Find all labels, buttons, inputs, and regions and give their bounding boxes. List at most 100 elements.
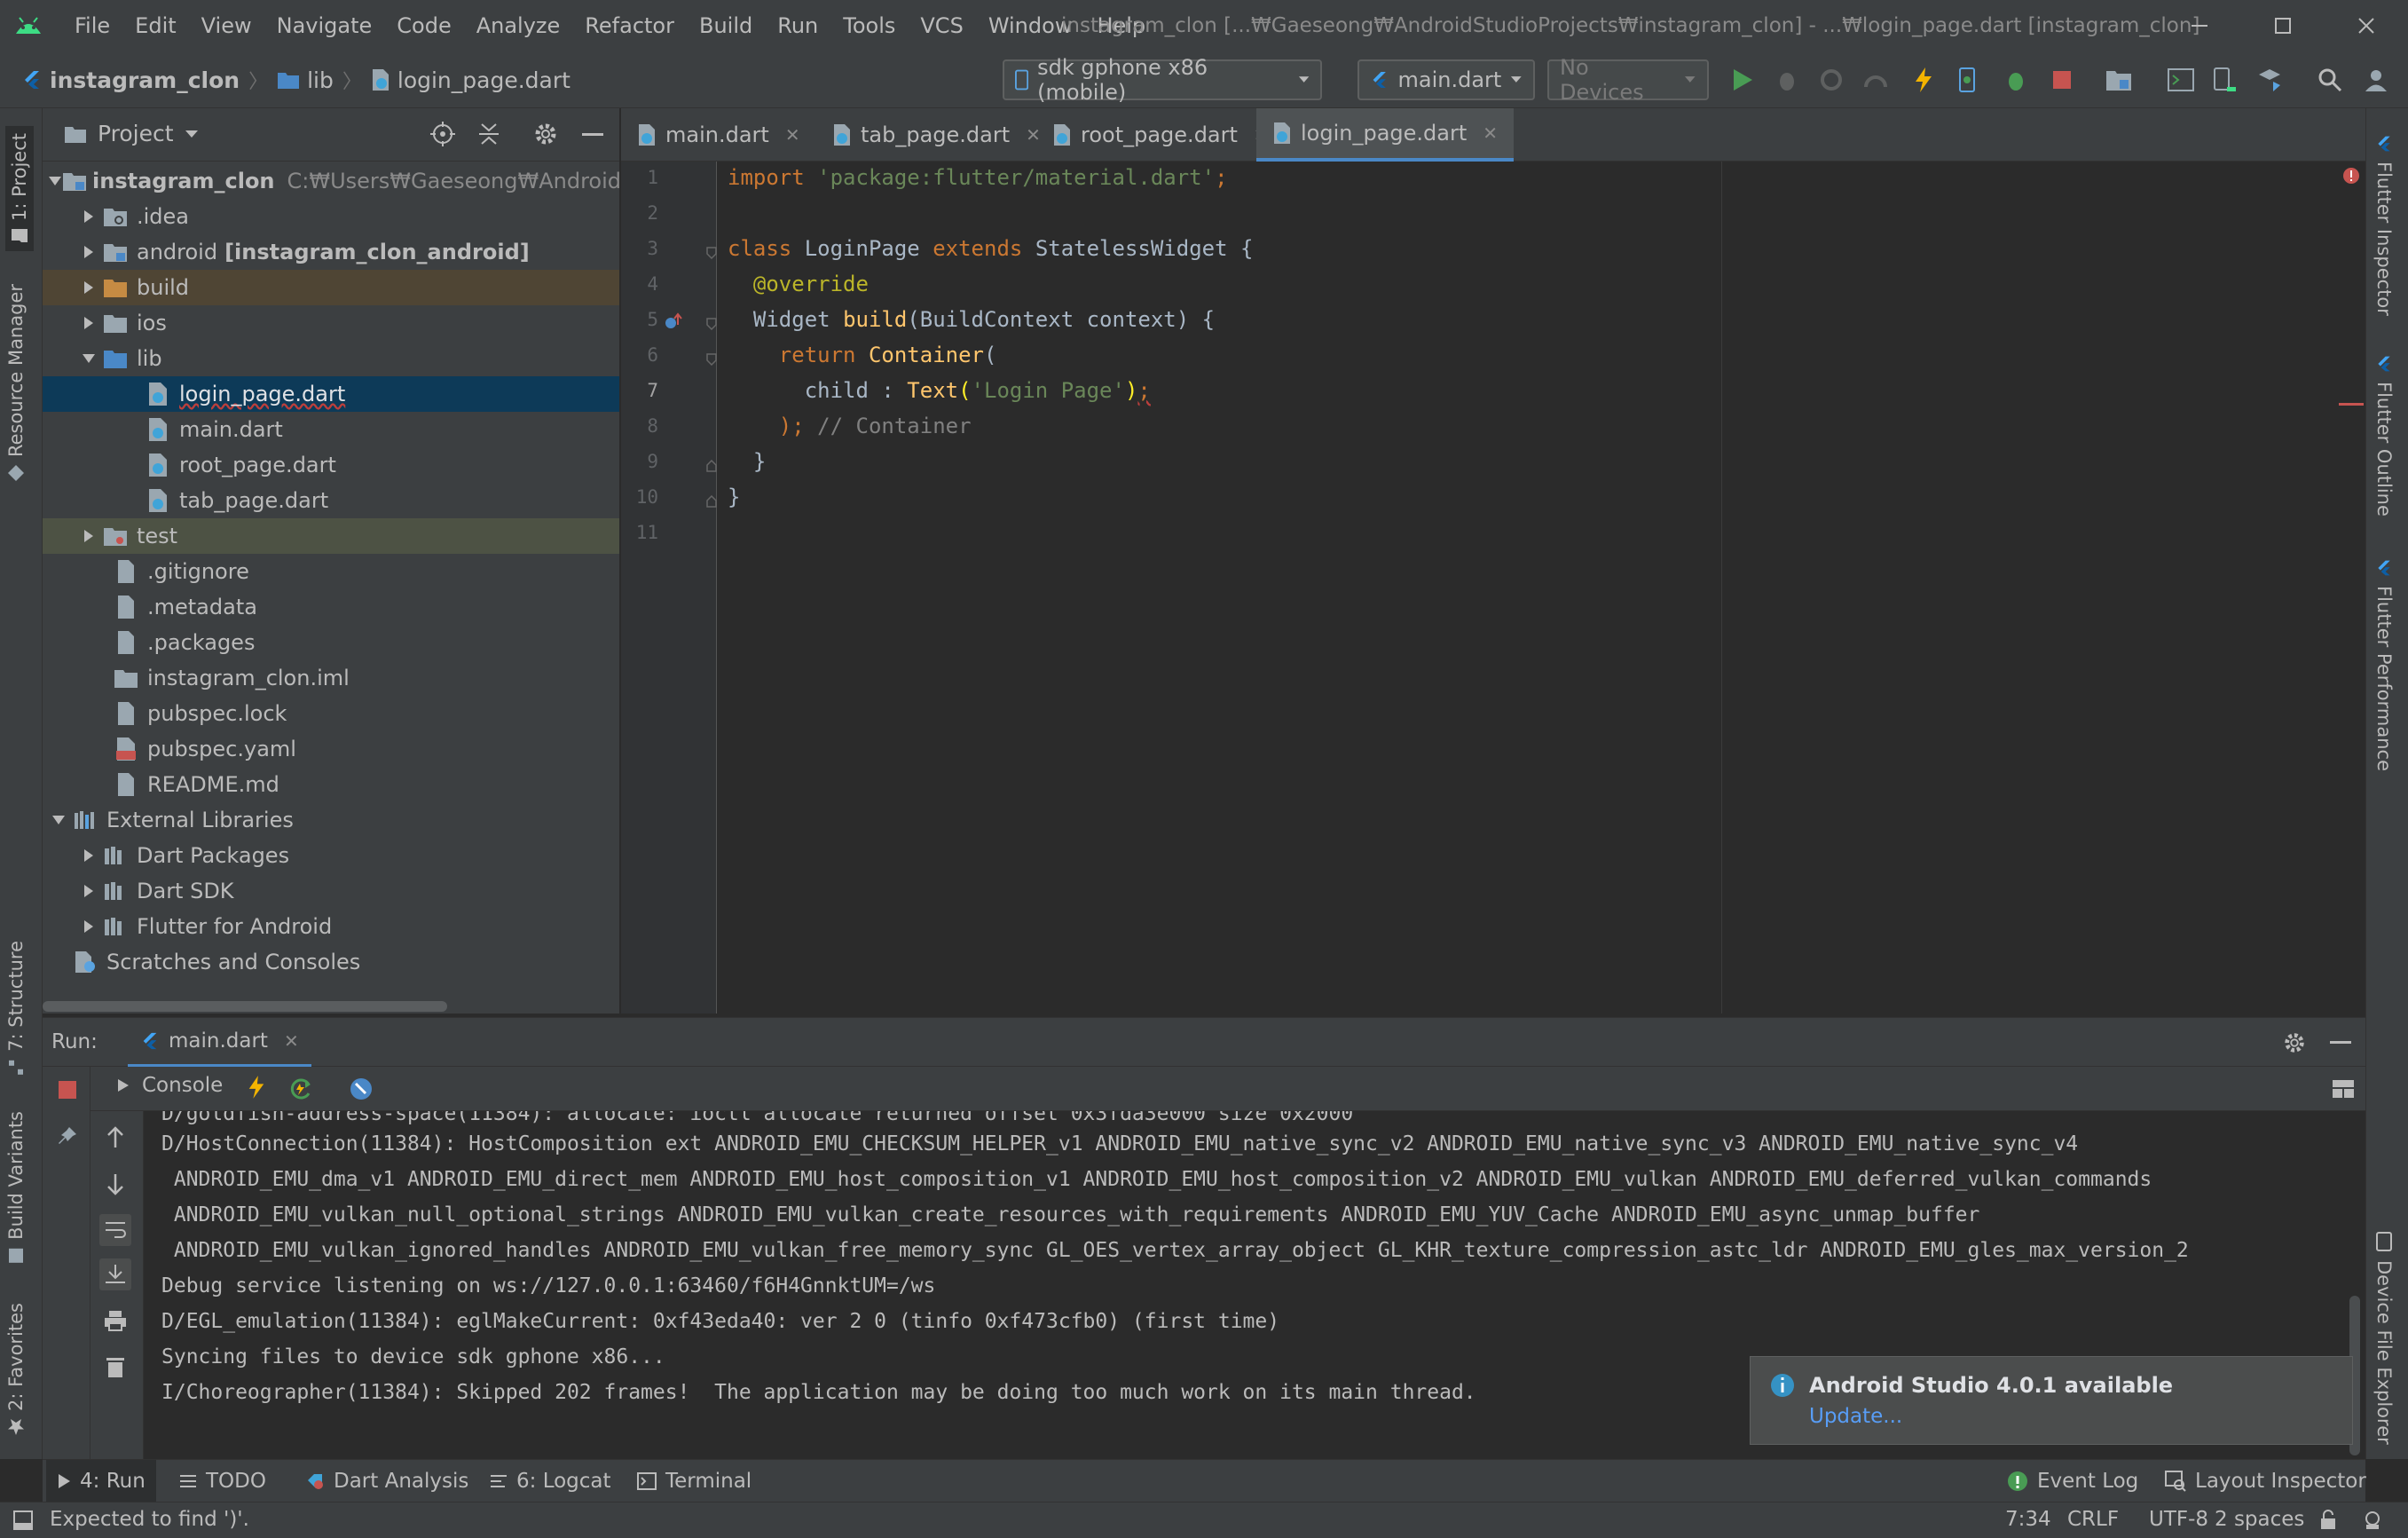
fold-marker-icon[interactable] xyxy=(706,353,717,366)
fold-marker-icon[interactable] xyxy=(706,495,717,508)
collapsed-arrow-icon[interactable] xyxy=(78,919,99,934)
tool-tab-flutter-outline[interactable]: Flutter Outline xyxy=(2373,355,2395,517)
menu-build[interactable]: Build xyxy=(687,13,765,38)
file-encoding[interactable]: UTF-8 xyxy=(2149,1508,2208,1531)
maximize-button[interactable] xyxy=(2241,0,2325,51)
profile-button[interactable] xyxy=(1860,64,1892,96)
project-tree-horizontal-scrollbar[interactable] xyxy=(43,1001,447,1012)
close-tab-icon[interactable]: ✕ xyxy=(284,1030,299,1052)
breadcrumb-project[interactable]: instagram_clon xyxy=(21,67,240,93)
hot-reload-button[interactable] xyxy=(1908,64,1940,96)
stop-process-button[interactable] xyxy=(51,1074,83,1106)
tool-tab-structure[interactable]: 7: Structure xyxy=(5,941,27,1077)
tree-node-tab-page-dart[interactable]: tab_page.dart xyxy=(43,483,619,518)
close-tab-icon[interactable]: ✕ xyxy=(1483,122,1498,144)
collapsed-arrow-icon[interactable] xyxy=(78,884,99,898)
tool-tab-device-file-explorer[interactable]: Device File Explorer xyxy=(2373,1232,2395,1445)
expanded-arrow-icon[interactable] xyxy=(78,353,99,364)
locate-file-icon[interactable] xyxy=(429,121,456,147)
expanded-arrow-icon[interactable] xyxy=(48,176,62,186)
breadcrumb-file[interactable]: login_page.dart xyxy=(371,67,571,93)
tool-tab-logcat[interactable]: 6: Logcat xyxy=(479,1460,622,1503)
caret-position[interactable]: 7:34 xyxy=(2005,1508,2051,1531)
tool-tab-run[interactable]: 4: Run xyxy=(46,1460,156,1503)
tree-node-flutter-for-android[interactable]: Flutter for Android xyxy=(43,909,619,944)
account-button[interactable] xyxy=(2360,64,2392,96)
debug-button[interactable] xyxy=(1771,64,1803,96)
tool-tab-favorites[interactable]: 2: Favorites xyxy=(5,1303,27,1436)
collapsed-arrow-icon[interactable] xyxy=(78,529,99,543)
minimize-button[interactable] xyxy=(2158,0,2241,51)
tree-node-lib[interactable]: lib xyxy=(43,341,619,376)
collapsed-arrow-icon[interactable] xyxy=(78,316,99,330)
breadcrumb-lib[interactable]: lib xyxy=(277,67,334,93)
tree-node-dart-packages[interactable]: Dart Packages xyxy=(43,838,619,873)
print-button[interactable] xyxy=(99,1305,131,1337)
tree-node-readme[interactable]: README.md xyxy=(43,767,619,802)
menu-file[interactable]: File xyxy=(62,13,122,38)
tree-node-main-dart[interactable]: main.dart xyxy=(43,412,619,447)
pin-tab-button[interactable] xyxy=(51,1120,83,1152)
run-tab-main-dart[interactable]: main.dart ✕ xyxy=(128,1018,311,1068)
avd-manager-button[interactable] xyxy=(2209,64,2241,96)
tree-node-ios[interactable]: ios xyxy=(43,305,619,341)
tool-tab-layout-inspector[interactable]: Layout Inspector xyxy=(2154,1460,2377,1503)
editor-tab-tab-page-dart[interactable]: tab_page.dart ✕ xyxy=(816,108,1057,162)
menu-navigate[interactable]: Navigate xyxy=(264,13,385,38)
hot-restart-icon[interactable] xyxy=(287,1076,314,1102)
line-separator[interactable]: CRLF xyxy=(2067,1508,2119,1531)
lightning-icon[interactable] xyxy=(247,1074,266,1100)
tool-tab-project[interactable]: 1: Project xyxy=(5,126,34,251)
tree-node-packages[interactable]: .packages xyxy=(43,625,619,660)
update-link[interactable]: Update... xyxy=(1809,1405,1902,1428)
tree-node-metadata[interactable]: .metadata xyxy=(43,589,619,625)
menu-vcs[interactable]: VCS xyxy=(908,13,975,38)
stop-button[interactable] xyxy=(2046,64,2078,96)
tool-tab-event-log[interactable]: Event Log xyxy=(1996,1460,2149,1503)
tree-node-root-page-dart[interactable]: root_page.dart xyxy=(43,447,619,483)
scroll-up-button[interactable] xyxy=(99,1122,131,1154)
run-button[interactable] xyxy=(1727,64,1759,96)
fold-marker-icon[interactable] xyxy=(706,247,717,259)
attach-debugger-button[interactable] xyxy=(2000,64,2032,96)
tree-node-iml[interactable]: instagram_clon.iml xyxy=(43,660,619,696)
clear-all-button[interactable] xyxy=(99,1351,131,1383)
project-structure-button[interactable] xyxy=(2103,64,2135,96)
tool-tab-flutter-inspector[interactable]: Flutter Inspector xyxy=(2373,135,2395,316)
override-marker-icon[interactable] xyxy=(664,312,685,332)
tree-node-pubspec-lock[interactable]: pubspec.lock xyxy=(43,696,619,731)
editor-tab-login-page-dart[interactable]: login_page.dart ✕ xyxy=(1256,108,1515,162)
scroll-to-end-button[interactable] xyxy=(99,1258,131,1290)
code-editor[interactable]: import 'package:flutter/material.dart'; … xyxy=(717,162,2365,1014)
menu-code[interactable]: Code xyxy=(384,13,463,38)
tree-node-login-page-dart[interactable]: login_page.dart xyxy=(43,376,619,412)
tree-node-idea[interactable]: .idea xyxy=(43,199,619,234)
tree-node-dart-sdk[interactable]: Dart SDK xyxy=(43,873,619,909)
tree-node-scratches[interactable]: Scratches and Consoles xyxy=(43,944,619,980)
tree-node-test[interactable]: test xyxy=(43,518,619,554)
lock-icon[interactable] xyxy=(2319,1510,2337,1531)
search-everywhere-button[interactable] xyxy=(2314,64,2346,96)
sdk-manager-button[interactable] xyxy=(2254,64,2286,96)
tool-tab-flutter-performance[interactable]: Flutter Performance xyxy=(2373,559,2395,771)
menu-view[interactable]: View xyxy=(189,13,264,38)
terminal-button[interactable] xyxy=(2165,64,2197,96)
hide-panel-icon[interactable] xyxy=(2330,1041,2351,1045)
device-list-selector[interactable]: No Devices xyxy=(1547,55,1709,105)
run-configuration-selector[interactable]: main.dart xyxy=(1357,59,1535,100)
tree-node-android[interactable]: android [instagram_clon_android] xyxy=(43,234,619,270)
tree-node-build[interactable]: build xyxy=(43,270,619,305)
fold-marker-icon[interactable] xyxy=(706,460,717,472)
tree-node-gitignore[interactable]: .gitignore xyxy=(43,554,619,589)
tree-node-pubspec-yaml[interactable]: pubspec.yaml xyxy=(43,731,619,767)
collapse-all-icon[interactable] xyxy=(477,121,500,147)
collapsed-arrow-icon[interactable] xyxy=(78,280,99,295)
inspector-icon[interactable] xyxy=(2362,1510,2383,1531)
tree-node-project-root[interactable]: instagram_clon C:₩Users₩Gaeseong₩Android… xyxy=(43,163,619,199)
device-selector[interactable]: sdk gphone x86 (mobile) xyxy=(1003,55,1322,105)
menu-edit[interactable]: Edit xyxy=(122,13,188,38)
tool-tab-build-variants[interactable]: Build Variants xyxy=(5,1111,27,1265)
soft-wrap-button[interactable] xyxy=(99,1214,131,1246)
gear-icon[interactable] xyxy=(2282,1030,2307,1055)
close-window-button[interactable] xyxy=(2325,0,2408,51)
